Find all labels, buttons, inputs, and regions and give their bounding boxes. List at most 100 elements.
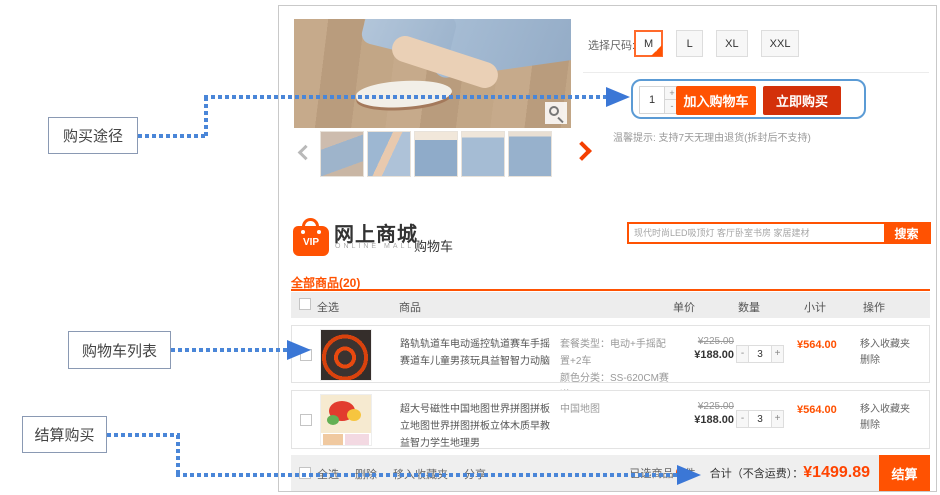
thumbnail-item[interactable] (508, 131, 552, 177)
search-bar: 搜索 (627, 222, 931, 244)
annotation-label-purchase-path: 购买途径 (48, 117, 138, 154)
size-chip-l[interactable]: L (676, 30, 703, 57)
item-name[interactable]: 超大号磁性中国地图世界拼图拼板立地图世界拼图拼板立体木质早教益智力学生地理男 (400, 401, 552, 452)
annotation-line (176, 473, 679, 477)
search-input[interactable] (629, 224, 884, 242)
select-all-checkbox[interactable] (299, 298, 311, 310)
header-select-all: 全选 (317, 299, 339, 315)
header-subtotal: 小计 (804, 299, 826, 315)
annotation-line (171, 348, 289, 352)
header-product: 商品 (399, 299, 421, 315)
selected-check-icon (651, 45, 662, 56)
annotation-arrow-icon (287, 340, 311, 360)
carousel-prev-icon[interactable] (298, 145, 314, 161)
buy-now-button[interactable]: 立即购买 (763, 86, 841, 115)
item-spec-line: 中国地图 (560, 401, 672, 418)
map-photo (321, 395, 371, 433)
page-title: 购物车 (414, 236, 453, 255)
divider (583, 72, 929, 73)
photo-slipper-shape (355, 78, 453, 111)
header-action: 操作 (863, 299, 885, 315)
vip-bag-icon: VIP (293, 218, 329, 256)
qty-decrease-button[interactable]: - (736, 345, 749, 363)
checkout-button[interactable]: 结算 (879, 455, 930, 491)
thumbnail-strip (320, 131, 552, 177)
qty-increase-button[interactable]: + (771, 345, 784, 363)
vip-text: VIP (293, 237, 329, 248)
search-button[interactable]: 搜索 (884, 224, 929, 242)
table-header: 全选 商品 单价 数量 小计 操作 (291, 292, 930, 318)
thumbnail-item[interactable] (367, 131, 411, 177)
move-to-favorites-link[interactable]: 移入收藏夹 (860, 402, 910, 418)
size-chip-label: XL (725, 38, 738, 50)
item-price: ¥225.00 ¥188.00 (664, 336, 734, 361)
race-track-photo (321, 330, 371, 380)
add-to-cart-button[interactable]: 加入购物车 (676, 86, 756, 115)
annotation-arrow-icon (606, 87, 630, 107)
total-label-text: 合计（不含运费）： (710, 468, 804, 480)
annotation-line (204, 97, 208, 137)
size-options: M L XL XXL (634, 30, 799, 57)
item-name[interactable]: 路轨轨道车电动遥控轨道赛车手摇赛道车儿童男孩玩具益智智力动脑 (400, 336, 552, 370)
item-actions: 移入收藏夹 删除 (860, 402, 910, 434)
size-chip-m[interactable]: M (634, 30, 663, 57)
size-chip-label: XXL (770, 38, 791, 50)
tab-underline (291, 289, 930, 291)
thumbnail-item[interactable] (414, 131, 458, 177)
qty-increase-button[interactable]: + (771, 410, 784, 428)
row-checkbox[interactable] (300, 414, 312, 426)
carousel-next-icon[interactable] (572, 141, 592, 161)
item-price-original: ¥225.00 (664, 336, 734, 347)
thumbnail-item[interactable] (320, 131, 364, 177)
annotation-arrow-icon (677, 465, 701, 485)
annotation-line (107, 433, 180, 437)
magnifier-glass (549, 106, 559, 116)
magnifier-handle (557, 117, 563, 123)
mall-name-en: ONLINE MALL (335, 243, 414, 250)
annotation-line (204, 95, 606, 99)
item-price-current: ¥188.00 (664, 349, 734, 361)
quantity-stepper: + - (639, 86, 680, 114)
size-label: 选择尺码: (588, 37, 635, 53)
size-chip-label: L (687, 38, 693, 50)
product-photo (294, 19, 571, 128)
total-value: ¥1499.89 (803, 464, 870, 481)
size-chip-xxl[interactable]: XXL (761, 30, 800, 57)
map-photo-extra (321, 433, 371, 446)
item-price: ¥225.00 ¥188.00 (664, 401, 734, 426)
delete-link[interactable]: 删除 (860, 418, 910, 434)
row-quantity-input[interactable] (749, 345, 771, 363)
cart-row: 超大号磁性中国地图世界拼图拼板立地图世界拼图拼板立体木质早教益智力学生地理男 中… (291, 390, 930, 449)
size-chip-xl[interactable]: XL (716, 30, 747, 57)
cart-row: 路轨轨道车电动遥控轨道赛车手摇赛道车儿童男孩玩具益智智力动脑 套餐类型：电动+手… (291, 325, 930, 383)
item-spec: 中国地图 (560, 401, 672, 418)
thumbnail-item[interactable] (461, 131, 505, 177)
delete-link[interactable]: 删除 (860, 353, 910, 369)
item-photo (320, 394, 372, 446)
header-quantity: 数量 (738, 299, 760, 315)
header-unit-price: 单价 (673, 299, 695, 315)
item-spec-line: 套餐类型：电动+手摇配置+2车 (560, 336, 672, 370)
item-photo (320, 329, 372, 381)
item-price-current: ¥188.00 (664, 414, 734, 426)
item-subtotal: ¥564.00 (797, 404, 855, 416)
total-label: 合计（不含运费）：¥1499.89 (710, 464, 870, 482)
qty-decrease-button[interactable]: - (736, 410, 749, 428)
quantity-input[interactable] (639, 86, 665, 114)
annotation-line (138, 134, 208, 138)
item-actions: 移入收藏夹 删除 (860, 337, 910, 369)
main-panel: 选择尺码: M L XL XXL + - 加入购物车 立即购买 温馨提示: 支持… (278, 5, 937, 492)
annotation-line (176, 435, 180, 475)
annotation-label-cart-list: 购物车列表 (68, 331, 171, 369)
magnifier-icon[interactable] (545, 102, 567, 124)
row-quantity-stepper: - + (736, 410, 784, 428)
item-subtotal: ¥564.00 (797, 339, 855, 351)
screenshot: 选择尺码: M L XL XXL + - 加入购物车 立即购买 温馨提示: 支持… (0, 0, 940, 495)
row-quantity-input[interactable] (749, 410, 771, 428)
return-policy-tip: 温馨提示: 支持7天无理由退货(拆封后不支持) (613, 129, 811, 144)
row-quantity-stepper: - + (736, 345, 784, 363)
bag-eyes (301, 230, 321, 234)
item-price-original: ¥225.00 (664, 401, 734, 412)
move-to-favorites-link[interactable]: 移入收藏夹 (860, 337, 910, 353)
annotation-label-checkout: 结算购买 (22, 416, 107, 453)
